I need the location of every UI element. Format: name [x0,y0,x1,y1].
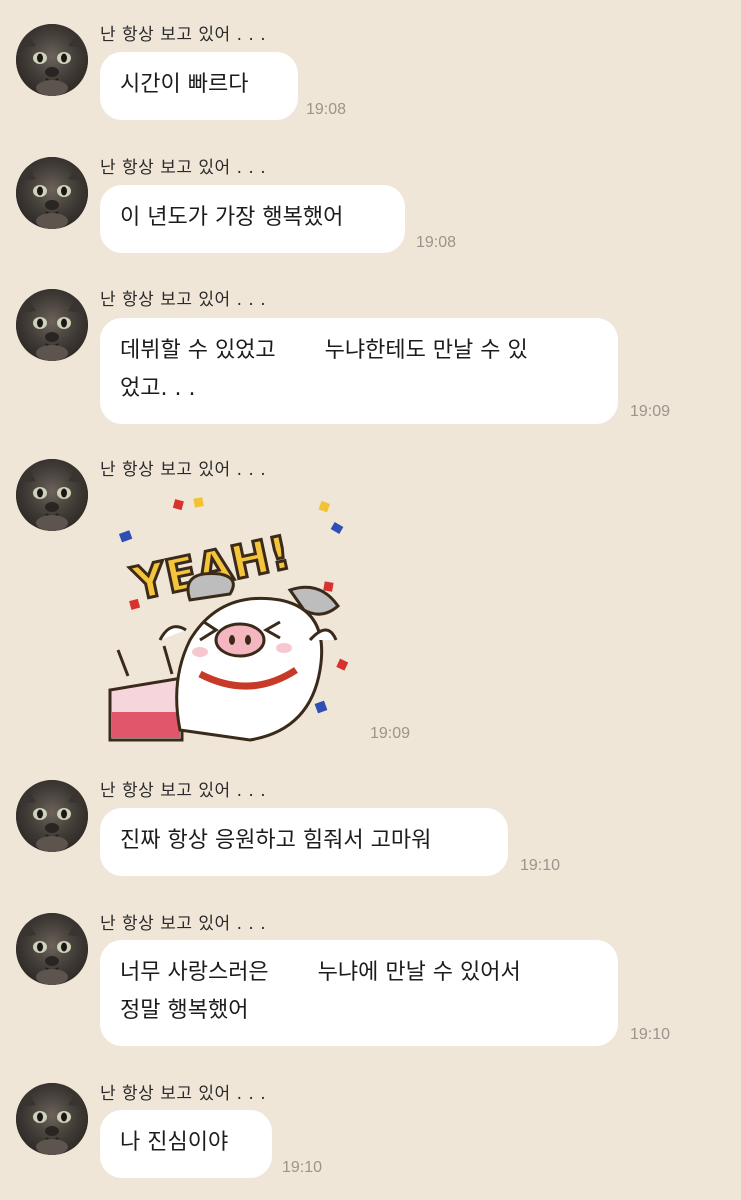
cat-avatar-icon [16,913,88,985]
message-bubble[interactable]: 시간이 빠르다 [100,52,298,120]
sender-name: 난 항상 보고 있어 . . . [100,25,267,45]
message-bubble[interactable]: 나 진심이야 [100,1110,272,1178]
message-time: 19:09 [370,725,411,742]
cat-avatar-icon [16,24,88,96]
sender-name: 난 항상 보고 있어 . . . [100,1084,267,1104]
cat-avatar-icon [16,459,88,531]
message-bubble[interactable]: 이 년도가 가장 행복했어 [100,185,405,253]
message-time: 19:10 [282,1159,323,1176]
pig-sticker-icon: YEAH! [108,497,349,742]
avatar[interactable] [16,1083,88,1155]
cat-avatar-icon [16,289,88,361]
message-bubble[interactable]: 데뷔할 수 있었고 누냐한테도 만날 수 있 었고. . . [100,318,618,424]
message-bubble[interactable]: 너무 사랑스러은 누냐에 만날 수 있어서 정말 행복했어 [100,940,618,1046]
avatar[interactable] [16,289,88,361]
cat-avatar-icon [16,1083,88,1155]
yeah-pig-sticker[interactable]: YEAH! [100,490,360,750]
sender-name: 난 항상 보고 있어 . . . [100,158,267,178]
sender-name: 난 항상 보고 있어 . . . [100,781,267,801]
avatar[interactable] [16,459,88,531]
avatar[interactable] [16,157,88,229]
avatar[interactable] [16,913,88,985]
message-time: 19:09 [630,403,671,420]
cat-avatar-icon [16,157,88,229]
sender-name: 난 항상 보고 있어 . . . [100,914,267,934]
avatar[interactable] [16,780,88,852]
avatar[interactable] [16,24,88,96]
sender-name: 난 항상 보고 있어 . . . [100,460,267,480]
cat-avatar-icon [16,780,88,852]
message-bubble[interactable]: 진짜 항상 응원하고 힘줘서 고마워 [100,808,508,876]
sender-name: 난 항상 보고 있어 . . . [100,290,267,310]
message-time: 19:10 [520,857,561,874]
message-time: 19:08 [306,101,347,118]
message-time: 19:10 [630,1026,671,1043]
message-time: 19:08 [416,234,457,251]
